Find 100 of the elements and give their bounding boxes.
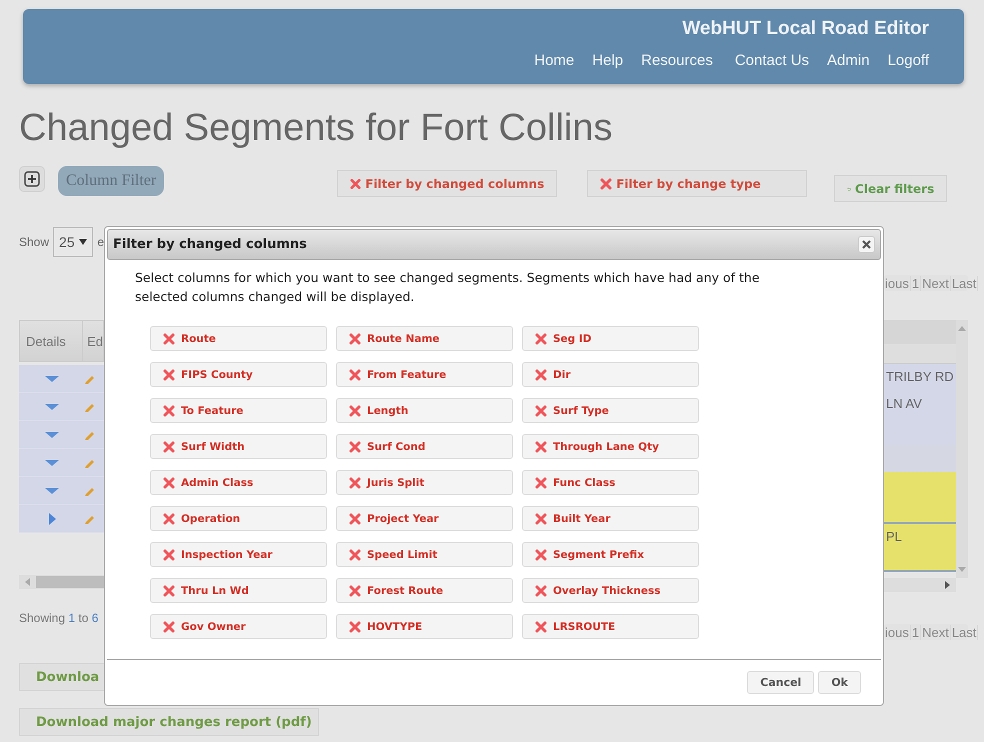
scrollbar-thumb[interactable] <box>36 576 104 588</box>
column-toggle[interactable]: Project Year <box>336 506 513 531</box>
table-cell: PL <box>884 524 956 572</box>
column-toggle[interactable]: Through Lane Qty <box>522 434 699 459</box>
pagination-link[interactable]: 1 <box>910 624 922 640</box>
close-icon <box>163 476 175 488</box>
column-toggle[interactable]: Inspection Year <box>150 542 327 567</box>
download-button[interactable]: Download major changes report (pdf) <box>19 708 319 736</box>
close-button[interactable] <box>858 236 875 253</box>
close-icon <box>535 440 547 452</box>
column-toggle[interactable]: Juris Split <box>336 470 513 495</box>
close-icon <box>600 178 612 190</box>
cancel-button[interactable]: Cancel <box>747 671 814 694</box>
column-toggle[interactable]: Segment Prefix <box>522 542 699 567</box>
close-icon <box>535 404 547 416</box>
dropdown-arrow-icon <box>79 239 88 245</box>
close-icon <box>535 476 547 488</box>
pagination-link[interactable]: Last <box>950 276 978 290</box>
column-header[interactable]: Ed <box>83 334 103 348</box>
app-title: WebHUT Local Road Editor <box>681 18 929 40</box>
clear-filters-button[interactable]: Clear filters <box>834 175 948 202</box>
pagination-link[interactable]: Last <box>950 624 978 640</box>
nav-link[interactable]: Help <box>592 52 624 69</box>
column-toggle[interactable]: Surf Width <box>150 434 327 459</box>
column-header[interactable]: Details <box>20 321 84 361</box>
close-icon <box>163 368 175 380</box>
column-toggle[interactable]: Seg ID <box>522 326 699 351</box>
table-cell: LN AV <box>884 391 956 418</box>
show-label: Show <box>19 235 50 249</box>
close-icon <box>349 332 361 344</box>
dialog-title: Filter by changed columns <box>113 237 307 252</box>
column-toggle[interactable]: HOVTYPE <box>336 614 513 639</box>
pagination-link[interactable]: Next <box>921 276 951 290</box>
scroll-up-icon <box>958 326 966 331</box>
vertical-scrollbar[interactable] <box>956 320 968 578</box>
pencil-icon <box>85 402 95 412</box>
column-toggle[interactable]: Forest Route <box>336 578 513 603</box>
close-icon <box>163 440 175 452</box>
close-icon <box>535 620 547 632</box>
nav-link[interactable]: Admin <box>827 52 870 69</box>
close-icon <box>163 620 175 632</box>
column-toggle[interactable]: Operation <box>150 506 327 531</box>
close-icon <box>535 584 547 596</box>
close-icon <box>349 620 361 632</box>
close-icon <box>349 548 361 560</box>
pencil-icon <box>85 514 95 524</box>
column-toggle[interactable]: Route Name <box>336 326 513 351</box>
close-icon <box>163 584 175 596</box>
page-title: Changed Segments for Fort Collins <box>19 106 614 150</box>
filter-button[interactable]: Filter by change type <box>587 170 808 197</box>
column-toggle[interactable]: Speed Limit <box>336 542 513 567</box>
download-button[interactable]: Downloa <box>19 663 104 691</box>
close-icon <box>163 548 175 560</box>
column-toggle[interactable]: From Feature <box>336 362 513 387</box>
column-toggle[interactable]: Built Year <box>522 506 699 531</box>
column-toggle[interactable]: LRSROUTE <box>522 614 699 639</box>
pagination-link[interactable]: 1 <box>910 276 922 290</box>
close-icon <box>163 332 175 344</box>
close-icon <box>535 512 547 524</box>
column-toggle[interactable]: Thru Ln Wd <box>150 578 327 603</box>
column-toggle[interactable]: Overlay Thickness <box>522 578 699 603</box>
nav-link[interactable]: Home <box>534 52 574 69</box>
close-icon <box>349 368 361 380</box>
nav-link[interactable]: Resources <box>641 52 713 69</box>
plus-icon <box>24 171 40 187</box>
column-toggle[interactable]: FIPS County <box>150 362 327 387</box>
close-icon <box>349 476 361 488</box>
table-header <box>884 320 956 364</box>
close-icon <box>535 332 547 344</box>
close-icon <box>163 404 175 416</box>
pagination-link[interactable]: Next <box>921 624 951 640</box>
close-icon <box>163 512 175 524</box>
nav-link[interactable]: Contact Us <box>734 52 810 69</box>
add-button[interactable] <box>19 166 45 192</box>
close-icon <box>535 548 547 560</box>
close-icon <box>535 368 547 380</box>
scroll-right-icon <box>945 581 950 589</box>
pencil-icon <box>85 430 95 440</box>
column-toggle[interactable]: To Feature <box>150 398 327 423</box>
column-toggle[interactable]: Route <box>150 326 327 351</box>
close-icon <box>349 440 361 452</box>
table-cell: TRILBY RD <box>884 364 956 391</box>
ok-button[interactable]: Ok <box>818 671 861 694</box>
close-icon <box>349 404 361 416</box>
pencil-icon <box>85 374 95 384</box>
column-toggle[interactable]: Admin Class <box>150 470 327 495</box>
pencil-icon <box>85 486 95 496</box>
filter-button[interactable]: Filter by changed columns <box>337 170 558 197</box>
column-toggle[interactable]: Surf Type <box>522 398 699 423</box>
column-toggle[interactable]: Func Class <box>522 470 699 495</box>
table-info: Showing 1 to 6 <box>19 611 100 625</box>
nav-link[interactable]: Logoff <box>888 52 929 69</box>
close-icon <box>862 240 871 249</box>
column-toggle[interactable]: Surf Cond <box>336 434 513 459</box>
column-toggle[interactable]: Length <box>336 398 513 423</box>
column-toggle[interactable]: Dir <box>522 362 699 387</box>
close-icon <box>349 512 361 524</box>
column-toggle[interactable]: Gov Owner <box>150 614 327 639</box>
page-size-select[interactable]: 25 <box>53 227 94 257</box>
close-icon <box>350 178 362 190</box>
